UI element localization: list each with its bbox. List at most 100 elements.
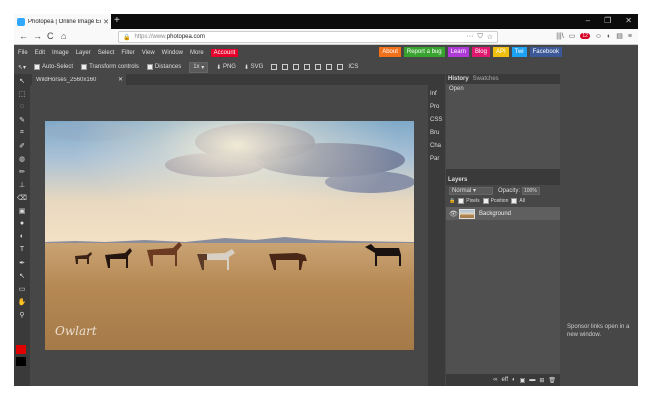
menu-layer[interactable]: Layer: [76, 50, 91, 56]
document-close-icon[interactable]: ✕: [118, 76, 126, 83]
layer-effects-icon[interactable]: eff: [501, 377, 508, 383]
icons-label[interactable]: ICS: [348, 64, 358, 70]
lasso-tool-icon[interactable]: ◌: [14, 100, 30, 113]
api-button[interactable]: API: [492, 47, 509, 57]
path-select-tool-icon[interactable]: ↖: [14, 269, 30, 282]
blend-mode-select[interactable]: Normal ▾: [449, 187, 493, 195]
pen-tool-icon[interactable]: ✒: [14, 256, 30, 269]
menu-filter[interactable]: Filter: [121, 50, 134, 56]
eraser-tool-icon[interactable]: ⌫: [14, 191, 30, 204]
tab-layers[interactable]: Layers: [448, 177, 467, 183]
adjustment-layer-icon[interactable]: ◐: [512, 377, 516, 383]
eyedropper-tool-icon[interactable]: ✐: [14, 139, 30, 152]
auto-select-option[interactable]: Auto-Select: [34, 64, 73, 70]
new-layer-icon[interactable]: ⊞: [539, 377, 544, 384]
tab-swatches[interactable]: Swatches: [473, 76, 499, 82]
blog-button[interactable]: Blog: [471, 47, 490, 57]
foreground-color-swatch[interactable]: [16, 345, 26, 354]
new-group-icon[interactable]: ▬: [529, 377, 535, 383]
screenshot-icon[interactable]: ▤: [616, 32, 623, 40]
clone-stamp-tool-icon[interactable]: ⊥: [14, 178, 30, 191]
align-right-icon[interactable]: [293, 64, 300, 70]
character-panel-button[interactable]: Cha: [428, 139, 445, 152]
notification-badge[interactable]: 12: [580, 33, 590, 39]
document-tab[interactable]: WildHorses_2560x160 ✕: [32, 74, 126, 85]
brush-tool-icon[interactable]: ✏: [14, 165, 30, 178]
opacity-input[interactable]: 100%: [522, 187, 540, 195]
type-tool-icon[interactable]: T: [14, 243, 30, 256]
crop-tool-icon[interactable]: ⌗: [14, 126, 30, 139]
zoom-tool-icon[interactable]: ⚲: [14, 308, 30, 321]
new-tab-button[interactable]: +: [114, 15, 120, 26]
distribute-icon[interactable]: [337, 64, 344, 70]
menu-window[interactable]: Window: [162, 50, 183, 56]
export-svg-button[interactable]: ⬇ SVG: [244, 64, 263, 71]
menu-more[interactable]: More: [190, 50, 204, 56]
lock-position-checkbox[interactable]: [482, 198, 489, 204]
link-layers-icon[interactable]: ∞: [493, 377, 497, 383]
dodge-tool-icon[interactable]: ◐: [14, 230, 30, 243]
history-item[interactable]: Open: [446, 84, 560, 94]
minimize-icon[interactable]: –: [586, 16, 590, 25]
sidebar-icon[interactable]: ▭: [569, 32, 576, 40]
account-icon[interactable]: ☺: [595, 33, 602, 40]
page-actions-icon[interactable]: ···: [466, 33, 473, 41]
menu-edit[interactable]: Edit: [35, 50, 45, 56]
quick-select-tool-icon[interactable]: ✎: [14, 113, 30, 126]
auto-select-checkbox[interactable]: [34, 64, 41, 70]
align-center-icon[interactable]: [282, 64, 289, 70]
layer-row[interactable]: 👁 Background: [446, 207, 560, 220]
properties-panel-button[interactable]: Pro: [428, 100, 445, 113]
close-window-icon[interactable]: ✕: [625, 16, 632, 25]
library-icon[interactable]: |||\: [556, 33, 563, 40]
align-middle-icon[interactable]: [315, 64, 322, 70]
visibility-eye-icon[interactable]: 👁: [449, 210, 459, 218]
document-canvas-image[interactable]: Owlart: [45, 121, 414, 350]
info-panel-button[interactable]: Inf: [428, 87, 445, 100]
account-button[interactable]: Account: [210, 48, 239, 57]
hand-tool-icon[interactable]: ✋: [14, 295, 30, 308]
home-icon[interactable]: ⌂: [61, 31, 66, 41]
twitter-button[interactable]: Twi: [511, 47, 527, 57]
menu-select[interactable]: Select: [98, 50, 115, 56]
paragraph-panel-button[interactable]: Par: [428, 152, 445, 165]
layer-mask-icon[interactable]: ▣: [520, 377, 526, 384]
maximize-icon[interactable]: ❐: [604, 16, 611, 25]
move-tool-icon[interactable]: ↖: [14, 74, 30, 87]
align-bottom-icon[interactable]: [326, 64, 333, 70]
healing-tool-icon[interactable]: ◍: [14, 152, 30, 165]
lock-all-checkbox[interactable]: [511, 198, 518, 204]
align-left-icon[interactable]: [271, 64, 278, 70]
report-bug-button[interactable]: Report a bug: [403, 47, 445, 57]
gradient-tool-icon[interactable]: ▣: [14, 204, 30, 217]
pocket-icon[interactable]: ⛉: [477, 33, 482, 41]
background-color-swatch[interactable]: [16, 357, 26, 366]
browser-tab[interactable]: Photopea | Online Image Editor ✕: [14, 14, 111, 29]
shape-tool-icon[interactable]: ▭: [14, 282, 30, 295]
address-bar[interactable]: 🔒 https://www.photopea.com ··· ⛉ ☆: [118, 31, 498, 43]
tab-history[interactable]: History: [448, 76, 469, 82]
menu-file[interactable]: File: [18, 50, 28, 56]
distances-option[interactable]: Distances: [146, 64, 181, 70]
align-top-icon[interactable]: [304, 64, 311, 70]
distances-checkbox[interactable]: [146, 64, 153, 70]
extension-icon[interactable]: ◐: [607, 33, 611, 40]
transform-controls-option[interactable]: Transform controls: [81, 64, 139, 70]
reload-icon[interactable]: C: [47, 31, 54, 41]
export-png-button[interactable]: ⬇ PNG: [216, 64, 236, 71]
css-panel-button[interactable]: CSS: [428, 113, 445, 126]
back-icon[interactable]: ←: [19, 31, 28, 41]
scale-select[interactable]: 1x ▾: [189, 61, 209, 73]
marquee-tool-icon[interactable]: ⬚: [14, 87, 30, 100]
menu-view[interactable]: View: [142, 50, 155, 56]
brush-panel-button[interactable]: Bru: [428, 126, 445, 139]
forward-icon[interactable]: →: [33, 31, 42, 41]
tab-close-icon[interactable]: ✕: [101, 18, 111, 26]
transform-controls-checkbox[interactable]: [81, 64, 88, 70]
menu-image[interactable]: Image: [52, 50, 69, 56]
blur-tool-icon[interactable]: ●: [14, 217, 30, 230]
lock-pixels-checkbox[interactable]: [458, 198, 465, 204]
bookmark-star-icon[interactable]: ☆: [487, 33, 493, 41]
learn-button[interactable]: Learn: [447, 47, 469, 57]
hamburger-menu-icon[interactable]: ≡: [628, 33, 632, 40]
